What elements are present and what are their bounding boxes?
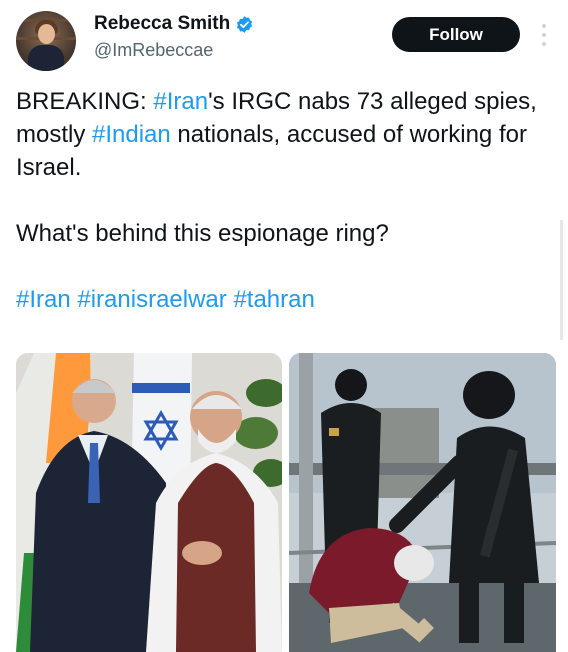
- author-handle[interactable]: @ImRebeccae: [94, 40, 213, 61]
- hashtag-link[interactable]: #tahran: [233, 286, 314, 313]
- hashtag-link[interactable]: #Iran: [16, 286, 71, 313]
- more-options-icon[interactable]: [538, 24, 550, 46]
- hashtag-link[interactable]: #iranisraelwar: [77, 286, 226, 313]
- author-name[interactable]: Rebecca Smith: [94, 13, 230, 35]
- scrollbar[interactable]: [560, 220, 563, 340]
- tweet-text-prefix: BREAKING:: [16, 88, 154, 115]
- verified-badge-icon: [237, 15, 253, 33]
- tweet-question: What's behind this espionage ring?: [16, 220, 389, 247]
- hashtag-link[interactable]: #Indian: [92, 121, 171, 148]
- follow-button[interactable]: Follow: [392, 17, 520, 52]
- hashtag-link[interactable]: #Iran: [153, 88, 208, 115]
- tweet-hashtags: #Iran #iranisraelwar #tahran: [16, 283, 556, 316]
- media-image-arrest[interactable]: [289, 353, 556, 652]
- author-name-row[interactable]: Rebecca Smith: [94, 13, 254, 35]
- tweet-headline: BREAKING: #Iran's IRGC nabs 73 alleged s…: [16, 85, 556, 184]
- tweet-text: BREAKING: #Iran's IRGC nabs 73 alleged s…: [16, 85, 556, 316]
- media-image-leaders-meeting[interactable]: [16, 353, 282, 652]
- avatar[interactable]: [16, 11, 76, 71]
- tweet-media: [16, 353, 556, 652]
